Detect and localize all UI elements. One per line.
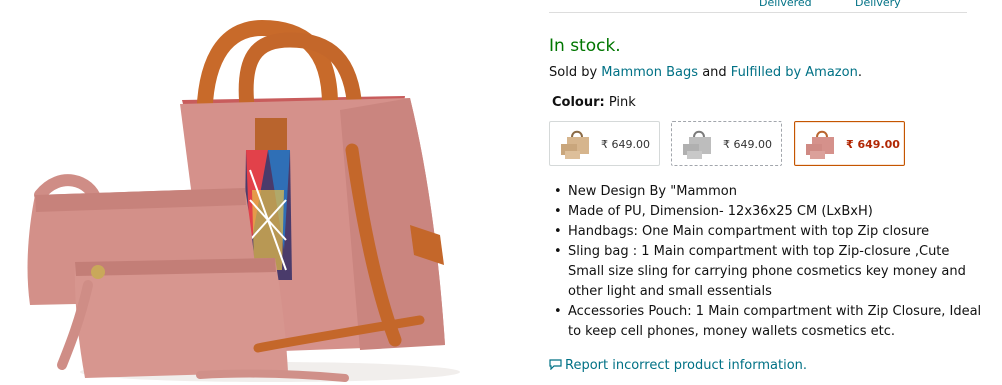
colour-value: Pink bbox=[608, 95, 636, 110]
swatch-beige[interactable]: ₹ 649.00 bbox=[549, 121, 660, 166]
buy-box-info: Delivered Delivery In stock. Sold by Mam… bbox=[549, 0, 981, 385]
colour-label: Colour: bbox=[552, 95, 605, 110]
speech-bubble-icon bbox=[549, 359, 562, 370]
feature-bullet: Sling bag : 1 Main compartment with top … bbox=[554, 242, 988, 302]
beige-bag-thumbnail bbox=[561, 130, 589, 159]
seller-link[interactable]: Mammon Bags bbox=[601, 65, 698, 80]
fulfilled-by-link[interactable]: Fulfilled by Amazon bbox=[731, 65, 858, 80]
swatch-price: ₹ 649.00 bbox=[723, 138, 772, 151]
feature-bullets: New Design By "Mammon Made of PU, Dimens… bbox=[549, 182, 988, 342]
product-image[interactable] bbox=[0, 0, 548, 385]
colour-selection: Colour: Pink bbox=[552, 95, 636, 110]
availability-status: In stock. bbox=[549, 36, 621, 56]
report-link[interactable]: Report incorrect product information. bbox=[549, 358, 807, 373]
period: . bbox=[857, 65, 862, 80]
feature-bullet: Handbags: One Main compartment with top … bbox=[554, 222, 988, 242]
handbag-set-illustration bbox=[27, 19, 460, 382]
report-link-text: Report incorrect product information. bbox=[565, 358, 808, 373]
delivered-link[interactable]: Delivered bbox=[759, 0, 812, 9]
feature-bullet: Accessories Pouch: 1 Main compartment wi… bbox=[554, 302, 988, 342]
pink-bag-thumbnail bbox=[806, 130, 834, 159]
swatch-grey[interactable]: ₹ 649.00 bbox=[671, 121, 782, 166]
and-label: and bbox=[702, 65, 727, 80]
swatch-price: ₹ 649.00 bbox=[846, 138, 900, 151]
swatch-pink[interactable]: ₹ 649.00 bbox=[794, 121, 905, 166]
delivery-row: Delivered Delivery bbox=[549, 0, 967, 13]
seller-info: Sold by Mammon Bags and Fulfilled by Ama… bbox=[549, 65, 862, 80]
feature-bullet: Made of PU, Dimension- 12x36x25 CM (LxBx… bbox=[554, 202, 988, 222]
delivery-link[interactable]: Delivery bbox=[855, 0, 901, 9]
feature-bullet: New Design By "Mammon bbox=[554, 182, 988, 202]
grey-bag-thumbnail bbox=[683, 130, 711, 159]
sold-by-label: Sold by bbox=[549, 65, 598, 80]
swatch-price: ₹ 649.00 bbox=[601, 138, 650, 151]
